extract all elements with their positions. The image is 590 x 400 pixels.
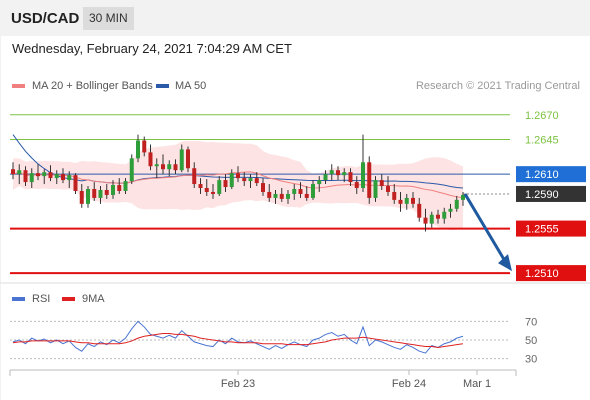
candle-body bbox=[36, 173, 40, 177]
candle-body bbox=[29, 173, 34, 183]
candle-body bbox=[117, 185, 122, 191]
candle-body bbox=[236, 173, 240, 179]
candle-body bbox=[304, 193, 309, 198]
candle-body bbox=[104, 189, 109, 195]
candle-body bbox=[142, 140, 147, 153]
last-price-label: 1.2590 bbox=[525, 189, 559, 201]
candle-body bbox=[11, 169, 15, 175]
candle-body bbox=[442, 211, 447, 219]
candle-body bbox=[323, 174, 328, 181]
candle-body bbox=[98, 189, 103, 198]
candle-body bbox=[411, 197, 415, 204]
candle-body bbox=[167, 164, 172, 170]
candle-body bbox=[417, 203, 422, 218]
candle-body bbox=[123, 181, 128, 191]
candle-body bbox=[67, 175, 72, 181]
candle-body bbox=[179, 149, 184, 171]
candle-body bbox=[286, 193, 290, 199]
x-tick-label: Mar 1 bbox=[463, 378, 491, 390]
candle-body bbox=[317, 180, 322, 185]
candle-body bbox=[448, 208, 453, 212]
candle-body bbox=[229, 173, 234, 188]
candle-body bbox=[361, 162, 365, 189]
support-label: 1.2555 bbox=[525, 224, 559, 236]
candle-body bbox=[42, 172, 47, 177]
projection-arrowhead bbox=[498, 254, 512, 272]
pivot-label: 1.2610 bbox=[525, 169, 559, 181]
candle-body bbox=[173, 164, 178, 171]
candle-body bbox=[436, 214, 440, 219]
candle-body bbox=[261, 183, 265, 192]
candle-body bbox=[73, 175, 78, 191]
candle-body bbox=[354, 182, 359, 189]
candle-body bbox=[454, 199, 459, 209]
candle-body bbox=[86, 189, 90, 204]
candle-body bbox=[17, 170, 22, 175]
candle-body bbox=[23, 170, 28, 183]
rsi-line bbox=[12, 320, 464, 354]
candle-body bbox=[211, 191, 215, 194]
candle-body bbox=[398, 199, 403, 204]
candle-body bbox=[217, 180, 222, 194]
candle-body bbox=[92, 189, 97, 198]
candle-body bbox=[61, 174, 65, 181]
x-tick-label: Feb 24 bbox=[392, 378, 426, 390]
candle-body bbox=[111, 185, 115, 195]
projection-arrow bbox=[463, 193, 507, 262]
price-chart: 1.2670 1.2645 1.2610 1.2590 1.2555 1.2510 70 50… bbox=[0, 36, 590, 400]
candle-body bbox=[329, 170, 334, 175]
candle-body bbox=[367, 162, 372, 198]
candle-body bbox=[154, 164, 159, 167]
candle-body bbox=[386, 186, 390, 192]
rsi-tick-label: 70 bbox=[525, 316, 537, 328]
candle-body bbox=[298, 189, 303, 194]
candle-body bbox=[129, 158, 134, 182]
candle-body bbox=[186, 149, 190, 169]
candle-body bbox=[248, 178, 253, 182]
candle-body bbox=[198, 184, 203, 189]
candle-body bbox=[273, 193, 278, 198]
support-label: 1.2510 bbox=[525, 268, 559, 280]
candle-body bbox=[429, 214, 434, 224]
candle-body bbox=[423, 217, 428, 224]
x-tick-label: Feb 23 bbox=[221, 378, 255, 390]
candle-body bbox=[267, 191, 272, 198]
candle-body bbox=[136, 140, 140, 159]
candle-body bbox=[292, 189, 297, 194]
candle-body bbox=[242, 178, 247, 182]
rsi-tick-label: 30 bbox=[525, 354, 537, 366]
candle-body bbox=[54, 174, 59, 179]
candle-body bbox=[79, 190, 84, 204]
candle-body bbox=[161, 164, 165, 170]
candle-body bbox=[404, 197, 409, 204]
candle-body bbox=[379, 180, 384, 187]
candle-body bbox=[204, 188, 209, 192]
candle-body bbox=[392, 191, 397, 200]
candle-body bbox=[279, 193, 284, 199]
candle-body bbox=[336, 170, 340, 176]
rsi-tick-label: 50 bbox=[525, 335, 537, 347]
candle-body bbox=[254, 178, 259, 184]
candle-body bbox=[348, 172, 353, 183]
resistance-label: 1.2670 bbox=[525, 110, 559, 122]
candle-body bbox=[342, 172, 347, 176]
candle-body bbox=[311, 184, 315, 198]
candle-body bbox=[148, 152, 153, 167]
candle-body bbox=[48, 172, 53, 179]
candle-body bbox=[373, 180, 378, 198]
resistance-label: 1.2645 bbox=[525, 135, 559, 147]
candle-body bbox=[223, 180, 228, 188]
candle-body bbox=[192, 168, 197, 185]
